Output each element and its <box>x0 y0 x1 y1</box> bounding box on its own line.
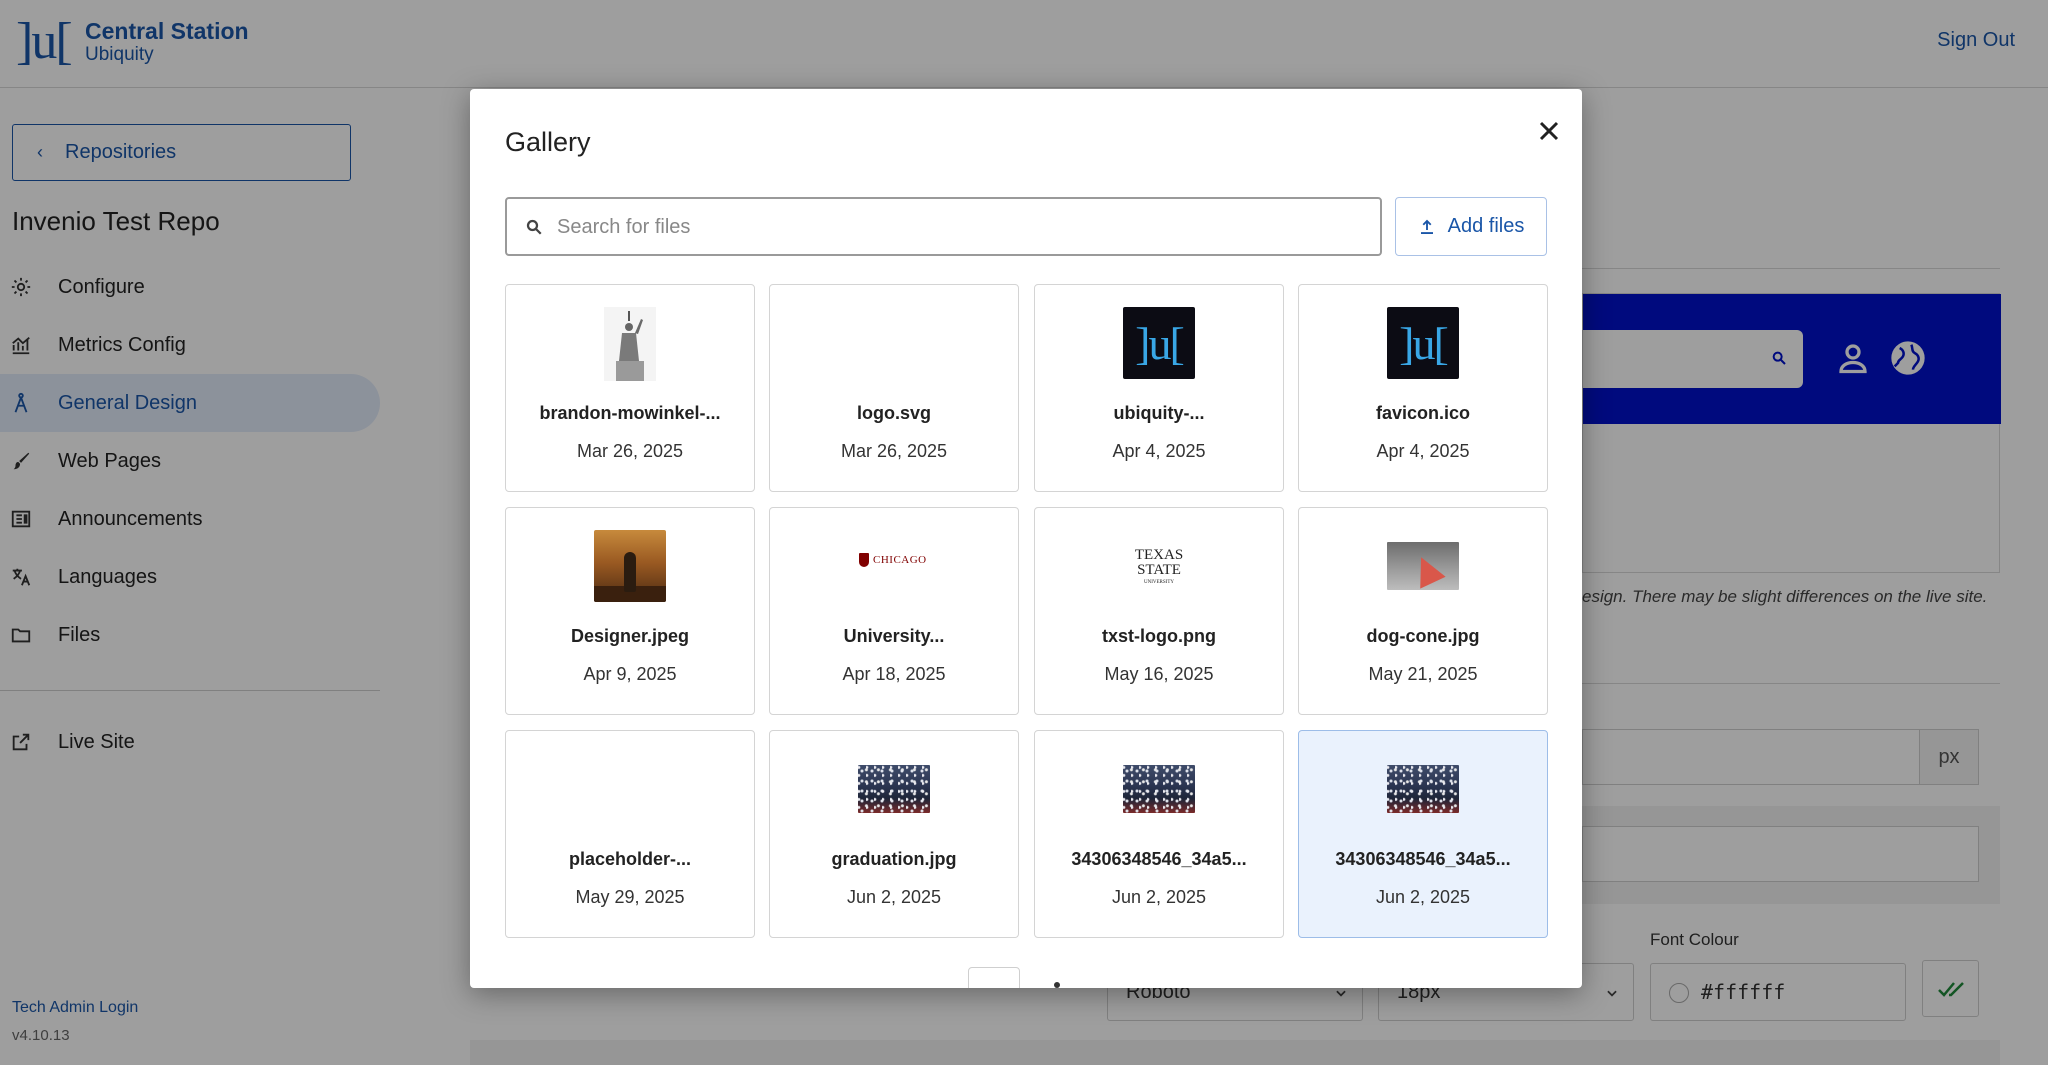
file-date: Jun 2, 2025 <box>846 887 942 907</box>
file-name: University... <box>843 626 945 646</box>
file-card[interactable]: CHICAGO University... Apr 18, 2025 <box>769 507 1019 715</box>
file-name: brandon-mowinkel-... <box>539 403 721 423</box>
statue-of-liberty-image <box>604 307 656 381</box>
logo-line: TEXAS <box>1134 546 1184 563</box>
file-name: logo.svg <box>856 403 931 423</box>
file-date: Mar 26, 2025 <box>576 441 684 461</box>
graduation-image-thumbnail <box>858 765 930 813</box>
modal-title: Gallery <box>505 127 591 157</box>
search-icon <box>526 219 542 235</box>
file-date: Apr 4, 2025 <box>1112 441 1206 461</box>
dog-cone-image-thumbnail <box>1387 542 1459 590</box>
file-date: Apr 18, 2025 <box>842 664 946 684</box>
file-card[interactable]: graduation.jpg Jun 2, 2025 <box>769 730 1019 938</box>
file-date: Mar 26, 2025 <box>840 441 948 461</box>
file-card[interactable]: 34306348546_34a5... Jun 2, 2025 <box>1034 730 1284 938</box>
file-date: Jun 2, 2025 <box>1375 887 1471 907</box>
logo-line: UNIVERSITY <box>1144 579 1174 585</box>
crowd-image-thumbnail <box>1123 765 1195 813</box>
pagination-indicator <box>1054 982 1060 988</box>
add-files-button[interactable]: Add files <box>1395 197 1547 256</box>
file-name: dog-cone.jpg <box>1366 626 1480 646</box>
file-thumbnail <box>604 307 656 381</box>
file-date: May 16, 2025 <box>1104 664 1214 684</box>
image-figure <box>624 552 636 592</box>
file-card[interactable]: logo.svg Mar 26, 2025 <box>769 284 1019 492</box>
file-name: ubiquity-... <box>1113 403 1205 423</box>
logo-line: STATE <box>1137 561 1181 578</box>
upload-icon <box>1420 219 1433 234</box>
crowd-image-thumbnail <box>1387 765 1459 813</box>
close-icon[interactable] <box>1533 115 1565 147</box>
file-card-selected[interactable]: 34306348546_34a5... Jun 2, 2025 <box>1298 730 1548 938</box>
favicon-thumbnail: ]u[ <box>1387 307 1459 379</box>
file-date: Apr 9, 2025 <box>583 664 677 684</box>
add-files-label: Add files <box>1447 215 1525 237</box>
file-search-field[interactable] <box>505 197 1382 256</box>
ubiquity-logo-thumbnail: ]u[ <box>1123 307 1195 379</box>
pagination-button[interactable] <box>968 967 1020 988</box>
file-date: May 29, 2025 <box>575 887 685 907</box>
designer-image-thumbnail <box>594 530 666 602</box>
file-card[interactable]: brandon-mowinkel-... Mar 26, 2025 <box>505 284 755 492</box>
shield-icon <box>859 553 869 567</box>
gallery-modal: Gallery Add files brandon-mowinkel-... M… <box>470 89 1582 988</box>
file-card[interactable]: TEXAS STATE UNIVERSITY txst-logo.png May… <box>1034 507 1284 715</box>
file-card[interactable]: ]u[ favicon.ico Apr 4, 2025 <box>1298 284 1548 492</box>
file-name: favicon.ico <box>1375 403 1471 423</box>
file-name: txst-logo.png <box>1102 626 1216 646</box>
university-logo-thumbnail: CHICAGO <box>859 548 929 572</box>
file-date: May 21, 2025 <box>1368 664 1478 684</box>
search-input[interactable] <box>557 209 1357 245</box>
file-date: Apr 4, 2025 <box>1376 441 1470 461</box>
file-card[interactable]: dog-cone.jpg May 21, 2025 <box>1298 507 1548 715</box>
texas-state-logo-thumbnail: TEXAS STATE UNIVERSITY <box>1129 536 1189 596</box>
chicago-logo-text: CHICAGO <box>873 554 927 566</box>
file-name: 34306348546_34a5... <box>1071 849 1247 869</box>
file-card[interactable]: placeholder-... May 29, 2025 <box>505 730 755 938</box>
file-card[interactable]: Designer.jpeg Apr 9, 2025 <box>505 507 755 715</box>
file-date: Jun 2, 2025 <box>1111 887 1207 907</box>
image-cone <box>1408 551 1446 589</box>
file-name: Designer.jpeg <box>570 626 690 646</box>
file-name: graduation.jpg <box>831 849 957 869</box>
chicago-logo: CHICAGO <box>859 548 929 572</box>
file-name: placeholder-... <box>568 849 692 869</box>
file-name: 34306348546_34a5... <box>1335 849 1511 869</box>
file-card[interactable]: ]u[ ubiquity-... Apr 4, 2025 <box>1034 284 1284 492</box>
